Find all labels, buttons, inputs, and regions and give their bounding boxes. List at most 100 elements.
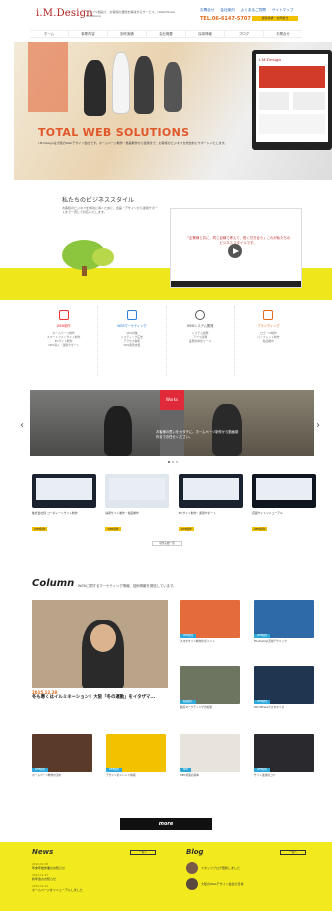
service-line[interactable]: 動画制作 [235, 339, 302, 343]
slider-prev-icon[interactable]: ‹ [20, 420, 24, 431]
play-icon[interactable] [228, 244, 242, 258]
nav-home[interactable]: ホーム [30, 31, 69, 37]
hero-monitor-screen: i.M.Design [256, 54, 328, 142]
service-marketing[interactable]: WEBマーケティング SEO対策 リスティング広告 アクセス解析 SNS運用支援 [98, 306, 167, 376]
news-item[interactable]: ホームページをリニューアルしました [32, 888, 152, 892]
news-title: News [32, 848, 54, 856]
service-web[interactable]: WEB制作 ホームページ制作 スマートフォンサイト制作 ECサイト制作 CMS導… [30, 306, 99, 376]
slider-dots [168, 461, 178, 463]
slider-next-icon[interactable]: › [316, 420, 320, 431]
nav-business[interactable]: 事業内容 [69, 31, 108, 37]
blog-list-button[interactable]: 一覧へ [280, 850, 306, 855]
blog-item[interactable]: 大阪のWebデザイン会社の日常 [186, 878, 306, 890]
column-tag: 動画制作 [180, 700, 196, 704]
nav-contact[interactable]: お問合せ [264, 31, 302, 37]
works-caption: お客様の思いをカタチに。ホームページ制作から動画制作までお任せください。 [156, 430, 239, 439]
column-thumbnail: WEB制作 [254, 600, 314, 638]
column-caption: ホームページ制作の流れ [32, 773, 62, 777]
video-controls-bar[interactable] [171, 281, 301, 287]
works-item-caption: 株式会社様 コーポレートサイト制作 [32, 511, 78, 515]
feature-face [90, 624, 116, 652]
column-item[interactable]: WEB制作 デザインのトレンド情報 [106, 734, 166, 778]
hero-person-4 [164, 62, 182, 112]
nav-recruit[interactable]: 採用情報 [186, 31, 225, 37]
column-feature-caption[interactable]: 2015.12.28 冬も寒くはイルミネーション！大阪「冬の運動」をイタザマ..… [32, 690, 168, 701]
column-item[interactable]: WEB制作 ホームページ制作の流れ [32, 734, 92, 778]
works-thumbnail [251, 474, 316, 508]
works-thumbnail [32, 474, 96, 508]
nav-blog[interactable]: ブログ [225, 31, 264, 37]
blog-item-title: スタッフブログ更新しました [201, 866, 241, 870]
column-tag: SEO [180, 768, 191, 772]
top-link-company[interactable]: 会社案内 [220, 8, 234, 13]
column-item[interactable]: WEB制作 スマホサイト制作のポイント [180, 600, 240, 644]
hero-person-1 [84, 60, 106, 116]
column-item[interactable]: WEB制作 サイト運用のコツ [254, 734, 314, 778]
news-list-button[interactable]: 一覧へ [130, 850, 156, 855]
monitor-site-block [293, 92, 325, 110]
top-link-sitemap[interactable]: サイトマップ [272, 8, 294, 13]
service-branding[interactable]: ブランディング ロゴ・CI制作 パンフレット制作 動画制作 [235, 306, 302, 376]
blog-item[interactable]: スタッフブログ更新しました [186, 862, 306, 874]
column-item[interactable]: WEB制作 Photoshop活用テクニック [254, 600, 314, 644]
column-caption: 動画マーケティングの効果 [180, 705, 213, 709]
works-item-caption: ECサイト制作・運用サポート [178, 511, 216, 515]
column-tag: WEB制作 [32, 768, 49, 772]
news-item[interactable]: 年末年始休業のお知らせ [32, 866, 152, 870]
column-caption: SEO対策の基本 [180, 773, 199, 777]
business-title: 私たちのビジネススタイル [62, 197, 135, 204]
top-link-contact[interactable]: お問合せ [200, 8, 214, 13]
column-caption: WordPressカスタマイズ [254, 705, 285, 709]
news-list: 2016.01.08 年末年始休業のお知らせ 2015.12.25 新年会のお知… [32, 862, 152, 895]
top-link-faq[interactable]: よくあるご質問 [241, 8, 266, 13]
tree-trunk [82, 266, 87, 276]
contact-cta-button[interactable]: 資料請求・お問合せ [252, 16, 298, 21]
news-item[interactable]: 新年会のお知らせ [32, 877, 152, 881]
column-feature-image[interactable] [32, 600, 168, 688]
column-item[interactable]: 動画制作 動画マーケティングの効果 [180, 666, 240, 710]
service-line[interactable]: CMS導入・運用サポート [30, 343, 97, 347]
monitor-site-block [259, 92, 289, 110]
global-nav: ホーム 事業内容 制作実績 会社概要 採用情報 ブログ お問合せ [30, 30, 302, 38]
works-item-tag: WEB制作 [178, 527, 194, 531]
slider-dot[interactable] [168, 461, 170, 463]
nav-works[interactable]: 制作実績 [108, 31, 147, 37]
slider-dot[interactable] [172, 461, 174, 463]
site-logo[interactable]: i.M.Design [36, 8, 93, 19]
phone-number: TEL.06-6147-5707 [200, 16, 251, 22]
slider-dot[interactable] [176, 461, 178, 463]
service-system[interactable]: WEBシステム開発 システム開発 アプリ開発 業務効率化ツール [167, 306, 235, 376]
column-thumbnail: WEB制作 [32, 734, 92, 772]
works-item-tag: WEB制作 [105, 527, 121, 531]
tree-illustration [92, 248, 114, 266]
works-item[interactable]: 採用サイト制作・動画制作 WEB制作 [105, 474, 170, 544]
works-slider[interactable]: Works お客様の思いをカタチに。ホームページ制作から動画制作までお任せくださ… [30, 390, 314, 456]
hero-banner: TOTAL WEB SOLUTIONS i.M.Designは大阪のWebデザイ… [14, 42, 332, 180]
column-subtitle: WEBに関するマーケティング情報、技術情報を発信しています。 [78, 584, 177, 588]
nav-company[interactable]: 会社概要 [147, 31, 186, 37]
works-thumbnail [178, 474, 243, 508]
business-body: お客様のビジネスを成功に導くために、企画・デザインから運用サポートまで一貫して対… [62, 206, 158, 214]
column-item[interactable]: WEB制作 WordPressカスタマイズ [254, 666, 314, 710]
works-item[interactable]: 店舗サイトリニューアル WEB制作 [251, 474, 316, 544]
column-more-button[interactable]: more [120, 818, 212, 830]
hero-body: i.M.Designは大阪のWebデザイン会社です。ホームページ制作・動画制作か… [38, 141, 228, 145]
hero-title: TOTAL WEB SOLUTIONS [38, 126, 190, 139]
works-thumbnails: 株式会社様 コーポレートサイト制作 WEB制作 採用サイト制作・動画制作 WEB… [32, 474, 316, 544]
service-line[interactable]: SNS運用支援 [98, 343, 165, 347]
column-feature-title: 冬も寒くはイルミネーション！大阪「冬の運動」をイタザマ... [32, 695, 156, 700]
works-item[interactable]: ECサイト制作・運用サポート WEB制作 [178, 474, 243, 544]
column-caption: サイト運用のコツ [254, 773, 276, 777]
column-item[interactable]: SEO SEO対策の基本 [180, 734, 240, 778]
works-item[interactable]: 株式会社様 コーポレートサイト制作 WEB制作 [32, 474, 96, 544]
column-tag: WEB制作 [106, 768, 123, 772]
chart-icon [126, 310, 137, 320]
column-caption: デザインのトレンド情報 [106, 773, 136, 777]
column-thumbnail: WEB制作 [254, 734, 314, 772]
works-item-caption: 採用サイト制作・動画制作 [105, 511, 139, 515]
site-tagline: ウェブ×動画で、お客様の課題を解決するサービス。(Web/Movie Solut… [86, 10, 175, 18]
works-item-tag: WEB制作 [251, 527, 268, 531]
monitor-site-logo: i.M.Design [259, 57, 281, 62]
service-line[interactable]: 業務効率化ツール [167, 339, 234, 343]
works-list-button[interactable]: 制作実績一覧 [152, 541, 182, 546]
